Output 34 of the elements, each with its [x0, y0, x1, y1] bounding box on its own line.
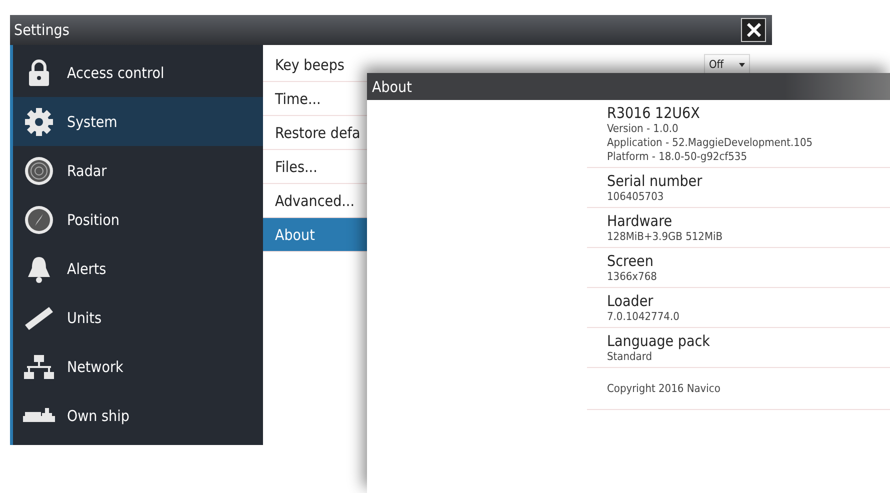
ship-icon — [23, 408, 55, 424]
network-icon — [23, 354, 55, 380]
caret-icon — [739, 62, 745, 66]
product-info: Application - 52.MaggieDevelopment.105 — [607, 136, 814, 150]
sidebar-item[interactable]: Own ship — [13, 391, 263, 440]
product-info: Platform - 18.0-50-g92cf535 — [607, 150, 748, 164]
sidebar-item[interactable]: Network — [13, 342, 263, 391]
compass-icon — [23, 204, 55, 234]
info-value: 106405703 — [607, 190, 665, 204]
gear-icon — [23, 108, 55, 136]
sidebar-item[interactable]: Units — [13, 293, 263, 342]
info-heading: Language pack — [607, 332, 711, 350]
info-value: 128MiB+3.9GB 512MiB — [607, 230, 724, 244]
dialog-title: About — [367, 73, 890, 100]
window-title: Settings — [14, 21, 70, 39]
info-value: Standard — [607, 350, 654, 364]
info-heading: Hardware — [607, 212, 674, 230]
info-value: 1366x768 — [607, 270, 658, 284]
info-heading: Screen — [607, 252, 654, 270]
sidebar-item[interactable]: Alerts — [13, 244, 263, 293]
close-icon — [746, 23, 760, 37]
sidebar-item[interactable]: Radar — [13, 146, 263, 195]
sidebar-item[interactable]: Position — [13, 195, 263, 244]
copyright-text: Copyright 2016 Navico — [587, 368, 890, 410]
sidebar-item[interactable]: Access control — [13, 48, 263, 97]
ruler-icon — [23, 304, 55, 330]
sidebar-item[interactable]: System — [13, 97, 263, 146]
radar-icon — [23, 156, 55, 186]
product-name: R3016 12U6X — [607, 104, 701, 122]
info-heading: Loader — [607, 292, 654, 310]
info-heading: Serial number — [607, 172, 704, 190]
product-info: Version - 1.0.0 — [607, 122, 680, 136]
info-value: 7.0.1042774.0 — [607, 310, 680, 324]
close-button[interactable] — [741, 18, 766, 42]
